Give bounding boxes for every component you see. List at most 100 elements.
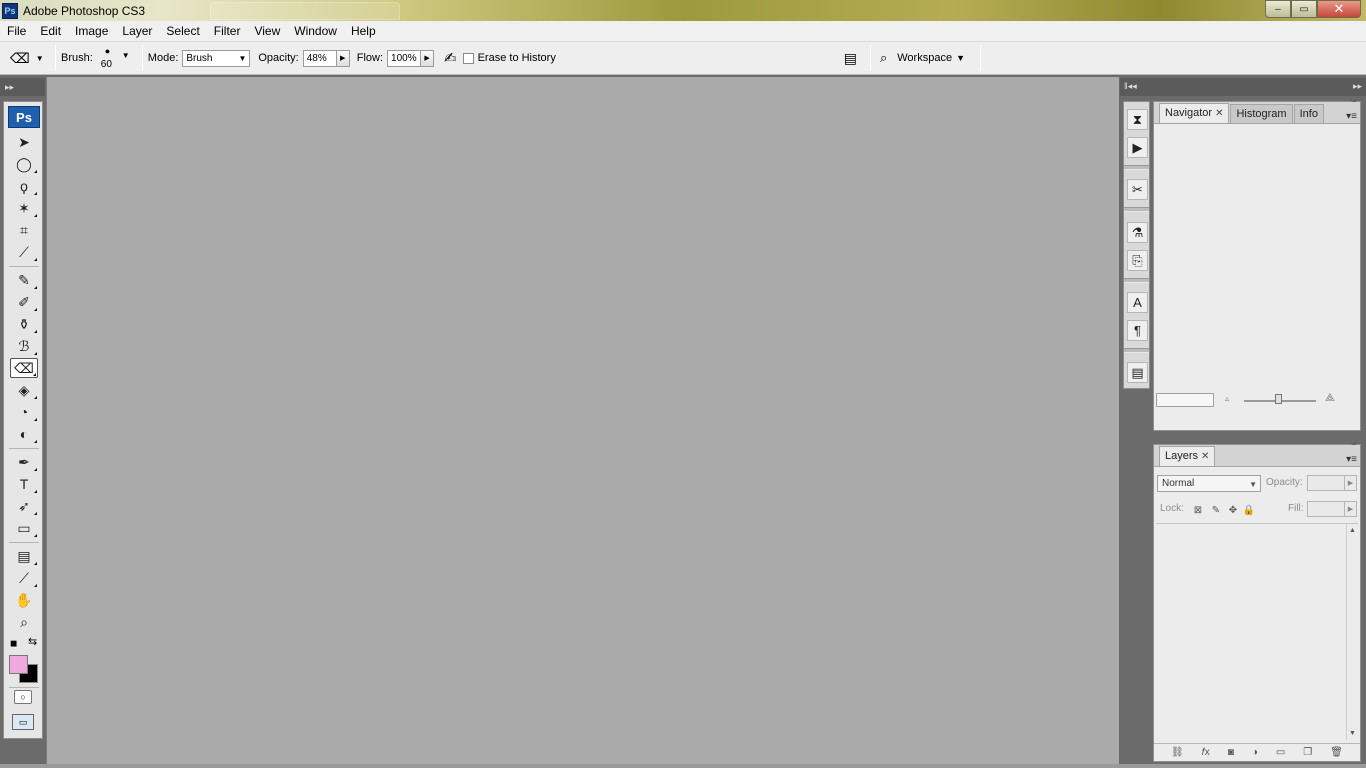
- flow-slider-toggle[interactable]: ▶: [421, 49, 435, 67]
- paragraph-panel-icon[interactable]: ¶: [1127, 320, 1148, 341]
- magic-wand-tool-icon[interactable]: ✶: [10, 198, 38, 218]
- menu-select[interactable]: Select: [159, 21, 206, 42]
- clone-source-panel-icon[interactable]: ⎘: [1127, 250, 1148, 271]
- link-layers-icon[interactable]: ⛓: [1171, 747, 1184, 758]
- close-tab-icon[interactable]: ✕: [1215, 108, 1223, 119]
- tab-info[interactable]: Info: [1293, 104, 1324, 123]
- eraser-tool-icon[interactable]: ⌫: [10, 358, 38, 378]
- character-panel-icon[interactable]: A: [1127, 292, 1148, 313]
- hand-tool-icon[interactable]: ✋: [10, 590, 38, 610]
- zoom-tool-icon[interactable]: ⌕: [10, 612, 38, 632]
- fill-input[interactable]: ▶: [1307, 501, 1357, 517]
- palette-well-icon[interactable]: ▤: [844, 50, 857, 67]
- pen-tool-icon[interactable]: ✒: [10, 452, 38, 472]
- zoom-out-icon[interactable]: ▵: [1225, 394, 1229, 403]
- close-tab-icon[interactable]: ✕: [1201, 451, 1209, 462]
- brush-picker[interactable]: ● 60 ▼: [97, 44, 137, 72]
- lock-position-icon[interactable]: ✥: [1227, 504, 1239, 516]
- menu-layer[interactable]: Layer: [115, 21, 159, 42]
- rectangle-tool-icon[interactable]: ▭: [10, 518, 38, 538]
- layers-list[interactable]: ▲ ▼: [1156, 523, 1358, 740]
- dodge-tool-icon[interactable]: ◐: [10, 424, 38, 444]
- layer-opacity-input[interactable]: ▶: [1307, 475, 1357, 491]
- actions-panel-icon[interactable]: ▶: [1127, 137, 1148, 158]
- lock-all-icon[interactable]: 🔒: [1243, 504, 1255, 516]
- slice-tool-icon[interactable]: ⟋: [10, 242, 38, 262]
- eyedropper-glyph: ⟋: [19, 569, 29, 586]
- scroll-up-icon[interactable]: ▲: [1349, 527, 1356, 534]
- mode-select[interactable]: Brush ▼: [182, 49, 251, 67]
- layer-style-icon[interactable]: 𝑓x: [1202, 747, 1210, 758]
- eyedropper-tool-icon[interactable]: ⟋: [10, 568, 38, 588]
- airbrush-icon[interactable]: ✍: [444, 49, 457, 67]
- tool-preset-picker[interactable]: ⌫ ▼: [10, 50, 50, 67]
- menu-view[interactable]: View: [247, 21, 287, 42]
- erase-to-history-checkbox[interactable]: [462, 52, 474, 64]
- history-brush-tool-icon[interactable]: ℬ: [10, 336, 38, 356]
- crop-tool-icon[interactable]: ⌗: [10, 220, 38, 240]
- tab-layers[interactable]: Layers ✕: [1159, 446, 1216, 466]
- lasso-tool-icon[interactable]: ϙ: [10, 176, 38, 196]
- clone-stamp-tool-icon[interactable]: ⚱: [10, 314, 38, 334]
- flow-input[interactable]: 100%: [387, 49, 422, 67]
- screen-mode-icon[interactable]: ▭: [12, 714, 34, 730]
- history-panel-icon[interactable]: ⧗: [1127, 109, 1148, 130]
- menu-window[interactable]: Window: [287, 21, 344, 42]
- window-controls: – ▭ ✕: [1265, 0, 1361, 18]
- paint-bucket-tool-icon[interactable]: ◈: [10, 380, 38, 400]
- zoom-slider-handle[interactable]: [1275, 394, 1282, 404]
- tab-histogram[interactable]: Histogram: [1230, 104, 1293, 123]
- menu-help[interactable]: Help: [344, 21, 383, 42]
- brush-tool-icon[interactable]: ✐: [10, 292, 38, 312]
- default-colors-icon[interactable]: ◼: [10, 638, 17, 649]
- add-mask-icon[interactable]: ◙: [1228, 747, 1234, 758]
- menu-filter[interactable]: Filter: [207, 21, 248, 42]
- blend-mode-select[interactable]: Normal ▼: [1157, 475, 1261, 492]
- zoom-percentage-input[interactable]: [1156, 393, 1214, 407]
- menu-image[interactable]: Image: [68, 21, 115, 42]
- opacity-input[interactable]: 48%: [302, 49, 337, 67]
- swap-colors-icon[interactable]: ⇆: [28, 635, 37, 648]
- expand-dock-icon[interactable]: ▸▸: [1353, 81, 1362, 92]
- delete-layer-icon[interactable]: 🗑: [1330, 747, 1343, 758]
- quick-mask-icon[interactable]: ○: [14, 690, 32, 704]
- menu-edit[interactable]: Edit: [33, 21, 68, 42]
- layer-comps-panel-icon[interactable]: ▤: [1127, 362, 1148, 383]
- panel-menu-icon[interactable]: ▾≡: [1346, 111, 1357, 122]
- new-group-icon[interactable]: ▭: [1276, 747, 1285, 758]
- canvas-area[interactable]: [46, 77, 1119, 768]
- layers-scrollbar[interactable]: ▲ ▼: [1346, 524, 1358, 740]
- foreground-color-swatch[interactable]: [9, 655, 28, 674]
- brush-label: Brush:: [61, 52, 93, 64]
- path-selection-tool-icon[interactable]: ➶: [10, 496, 38, 516]
- dock-separator: [1124, 207, 1149, 212]
- menu-file[interactable]: File: [0, 21, 33, 42]
- notes-tool-icon[interactable]: ▤: [10, 546, 38, 566]
- minimize-button[interactable]: –: [1265, 0, 1291, 18]
- blur-tool-icon[interactable]: ◔: [10, 402, 38, 422]
- photoshop-badge[interactable]: Ps: [8, 106, 40, 128]
- lock-image-pixels-icon[interactable]: ✎: [1210, 504, 1222, 516]
- tab-navigator[interactable]: Navigator ✕: [1159, 103, 1230, 123]
- opacity-slider-toggle[interactable]: ▶: [336, 49, 350, 67]
- collapse-dock-icon[interactable]: ‖◂◂: [1124, 81, 1137, 92]
- navigator-panel-tabs: Navigator ✕ Histogram Info: [1154, 102, 1360, 124]
- close-button[interactable]: ✕: [1317, 0, 1361, 18]
- elliptical-marquee-tool-icon[interactable]: ◯: [10, 154, 38, 174]
- maximize-button[interactable]: ▭: [1291, 0, 1317, 18]
- adjustment-layer-icon[interactable]: ◑: [1252, 747, 1258, 758]
- toolbox-collapse-bar[interactable]: ▸▸: [0, 78, 45, 96]
- workspace-menu[interactable]: Workspace: [897, 52, 952, 64]
- bridge-icon[interactable]: ⌕: [880, 50, 887, 66]
- move-tool-icon[interactable]: ➤: [10, 132, 38, 152]
- scroll-down-icon[interactable]: ▼: [1349, 730, 1356, 737]
- lock-transparency-icon[interactable]: ⊠: [1192, 504, 1204, 516]
- new-layer-icon[interactable]: ❐: [1303, 747, 1312, 758]
- zoom-in-icon[interactable]: ⟁: [1325, 392, 1335, 405]
- panel-menu-icon[interactable]: ▾≡: [1346, 454, 1357, 465]
- tool-presets-panel-icon[interactable]: ✂: [1127, 179, 1148, 200]
- type-tool-icon[interactable]: T: [10, 474, 38, 494]
- brushes-panel-icon[interactable]: ⚗: [1127, 222, 1148, 243]
- healing-brush-tool-icon[interactable]: ✎: [10, 270, 38, 290]
- photoshop-app-icon: Ps: [2, 2, 18, 19]
